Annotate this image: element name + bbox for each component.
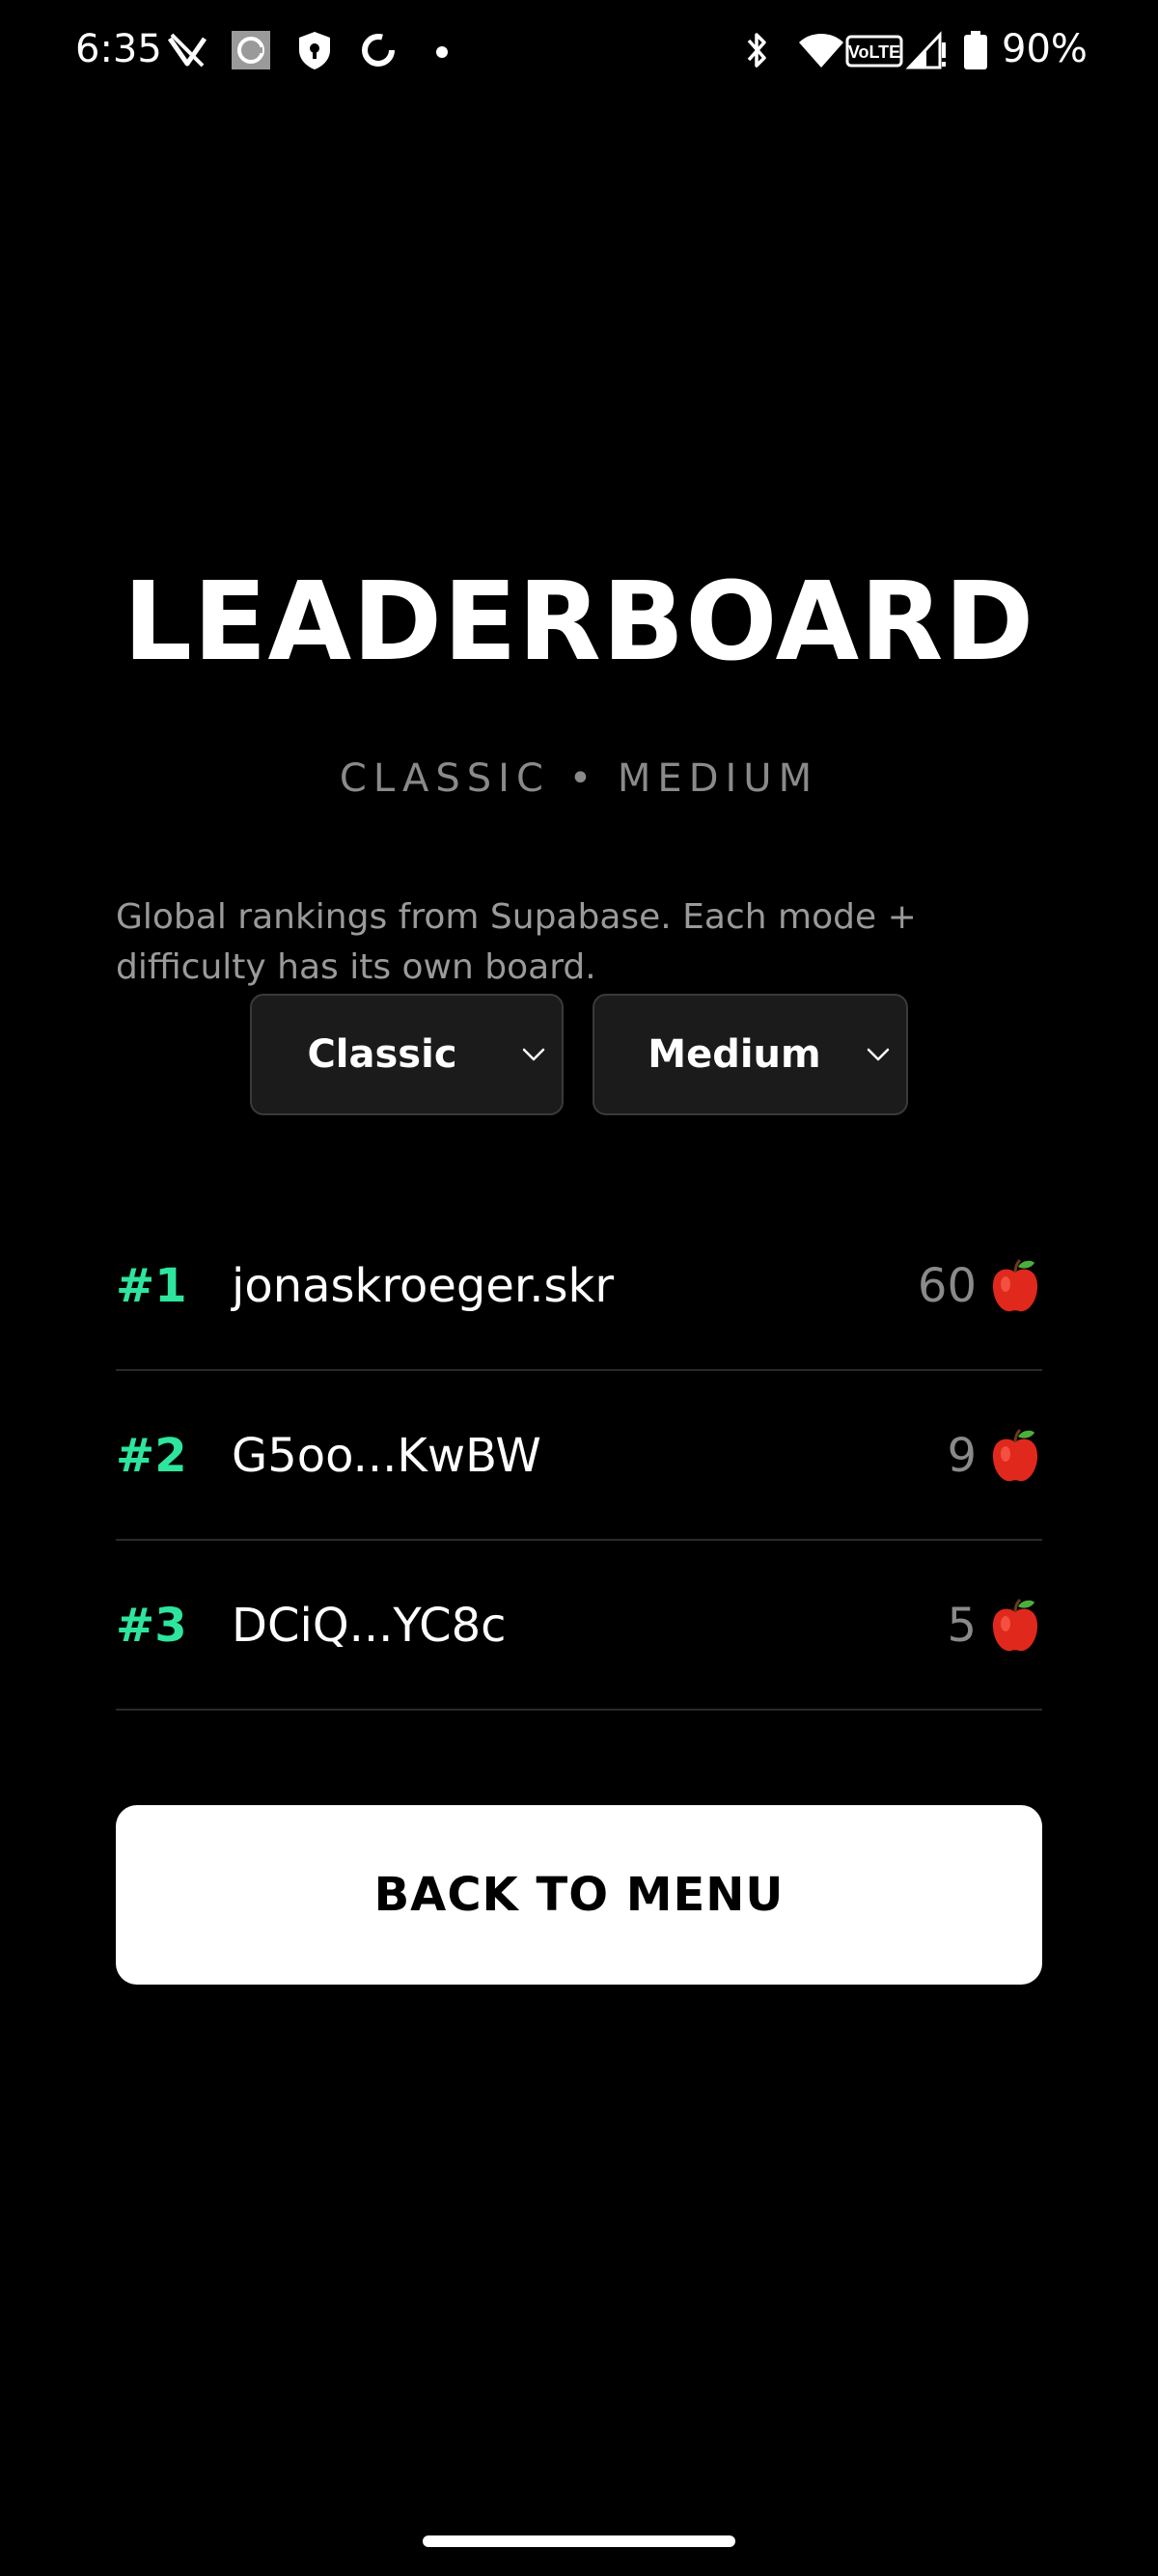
score-value: 60 (917, 1259, 977, 1313)
back-to-menu-button[interactable]: BACK TO MENU (116, 1805, 1042, 1985)
page-title: LEADERBOARD (123, 560, 1035, 685)
chevron-down-icon (867, 1048, 890, 1061)
battery-icon (964, 31, 987, 69)
apple-icon (992, 1258, 1038, 1312)
status-bar: 6:35 VoLTE 90% (0, 0, 1158, 106)
volte-icon: VoLTE (845, 35, 903, 68)
apple-icon (992, 1428, 1038, 1482)
chevron-down-icon (522, 1048, 545, 1061)
leaderboard-list: #1 jonaskroeger.skr 60 #2 G5oo...KwBW 9 (116, 1201, 1042, 1711)
score-value: 9 (947, 1429, 977, 1483)
rank-label: #1 (116, 1259, 187, 1313)
apple-icon (992, 1598, 1038, 1652)
svg-text:VoLTE: VoLTE (848, 42, 900, 62)
mode-select[interactable]: Classic (250, 994, 564, 1115)
player-name: G5oo...KwBW (232, 1429, 541, 1483)
score-value: 5 (947, 1599, 977, 1653)
dot-icon (436, 46, 448, 58)
leaderboard-row: #1 jonaskroeger.skr 60 (116, 1201, 1042, 1371)
no-signal-app-icon (167, 33, 207, 68)
difficulty-select-value: Medium (648, 1032, 821, 1077)
player-name: DCiQ...YC8c (232, 1599, 507, 1653)
status-time: 6:35 (75, 27, 162, 71)
square-app-icon (232, 31, 270, 69)
score-group: 5 (947, 1541, 1042, 1711)
leaderboard-row: #2 G5oo...KwBW 9 (116, 1371, 1042, 1541)
shield-icon (299, 32, 330, 69)
player-name: jonaskroeger.skr (232, 1259, 615, 1313)
mode-select-value: Classic (307, 1032, 457, 1077)
difficulty-select[interactable]: Medium (593, 994, 908, 1115)
home-indicator[interactable] (423, 2535, 735, 2547)
leaderboard-row: #3 DCiQ...YC8c 5 (116, 1541, 1042, 1711)
rank-label: #3 (116, 1599, 187, 1653)
score-group: 9 (947, 1371, 1042, 1541)
signal-icon (905, 31, 946, 69)
sync-icon (362, 34, 395, 67)
wifi-icon (799, 34, 843, 68)
bluetooth-icon (747, 33, 766, 68)
description-text: Global rankings from Supabase. Each mode… (116, 897, 917, 987)
page-subtitle: CLASSIC • MEDIUM (339, 756, 819, 801)
score-group: 60 (918, 1201, 1042, 1371)
battery-percent: 90% (1002, 27, 1088, 71)
rank-label: #2 (116, 1429, 187, 1483)
